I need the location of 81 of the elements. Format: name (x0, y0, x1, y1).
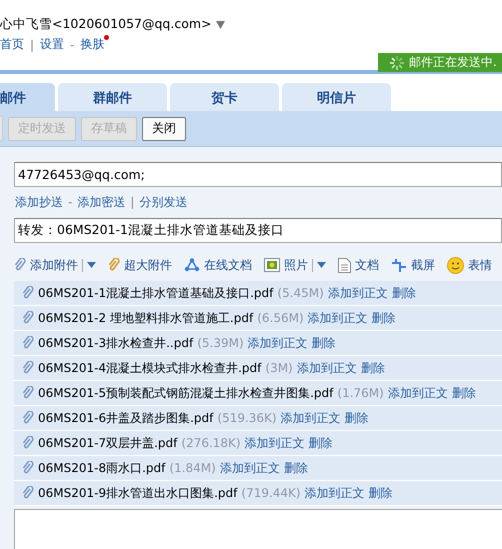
attach-tool-link[interactable]: 截屏 (411, 256, 435, 274)
paperclip-icon (22, 311, 34, 325)
file-name: 06MS201-7双层井盖.pdf (38, 434, 178, 452)
file-name: 06MS201-8雨水口.pdf (38, 460, 166, 476)
recipient-link[interactable]: 添加密送 (77, 194, 126, 210)
separator: | (130, 195, 134, 209)
paperclip-icon[interactable] (14, 258, 26, 272)
subject-field[interactable]: 转发：06MS201-1混凝土排水管道基础及接口 (14, 218, 502, 243)
separator: - (68, 195, 72, 209)
recipient-link[interactable]: 分别发送 (139, 194, 188, 210)
photo-icon[interactable] (264, 258, 280, 272)
recipient-field[interactable]: 47726453@qq.com; (14, 162, 502, 187)
tab[interactable]: 群邮件 (58, 83, 167, 111)
delete-link[interactable]: 删除 (308, 434, 333, 452)
file-name: 06MS201-4混凝土模块式排水检查井.pdf (38, 360, 262, 376)
file-size: (519.36K) (217, 411, 277, 425)
delete-link[interactable]: 删除 (372, 310, 396, 326)
file-name: 06MS201-1混凝土排水管道基础及接口.pdf (38, 284, 274, 302)
delete-link[interactable]: 删除 (392, 284, 416, 302)
file-size: (276.18K) (181, 436, 241, 450)
file-name: 06MS201-2 埋地塑料排水管道施工.pdf (38, 310, 254, 326)
file-name: 06MS201-5预制装配式钢筋混凝土排水检查井图集.pdf (38, 384, 334, 402)
insert-link[interactable]: 添加到正文 (328, 284, 388, 302)
insert-link[interactable]: 添加到正文 (244, 434, 305, 452)
paperclip-icon (22, 436, 34, 450)
file-size: (1.76M) (337, 386, 384, 400)
insert-link[interactable]: 添加到正文 (388, 384, 448, 402)
dropdown-icon[interactable] (216, 21, 225, 29)
file-size: (6.56M) (257, 311, 304, 325)
paperclip-icon (22, 336, 34, 350)
toolbar-button[interactable]: 关闭 (142, 116, 186, 140)
attach-tool-link[interactable]: 表情 (468, 256, 492, 274)
delete-link[interactable]: 删除 (360, 360, 385, 376)
paperclip-icon (22, 411, 34, 425)
insert-link[interactable]: 添加到正文 (220, 460, 280, 476)
header-link[interactable]: 设置 (40, 36, 64, 53)
insert-link[interactable]: 添加到正文 (304, 484, 365, 502)
file-size: (1.84M) (169, 461, 216, 475)
delete-link[interactable]: 删除 (312, 334, 336, 352)
separator: - (70, 38, 74, 52)
paperclip-icon (22, 461, 34, 475)
paperclip-icon (22, 286, 34, 300)
file-size: (719.44K) (241, 486, 301, 500)
paperclip-icon (22, 361, 34, 375)
share-icon[interactable] (184, 258, 200, 272)
insert-link[interactable]: 添加到正文 (280, 410, 341, 426)
separator: | (30, 38, 34, 52)
insert-link[interactable]: 添加到正文 (308, 310, 368, 326)
tab[interactable]: 贺卡 (170, 83, 279, 111)
attach-tool-link[interactable]: 添加附件 (30, 256, 78, 274)
dropdown-icon[interactable] (87, 262, 96, 268)
file-size: (5.45M) (277, 286, 324, 300)
delete-link[interactable]: 删除 (368, 484, 393, 502)
paperclip-icon[interactable] (108, 258, 120, 272)
delete-link[interactable]: 删除 (452, 384, 476, 402)
file-size: (3M) (265, 361, 293, 375)
header-link[interactable]: 首页 (0, 36, 24, 53)
document-icon[interactable] (338, 258, 351, 272)
delete-link[interactable]: 删除 (284, 460, 308, 476)
attach-tool-link[interactable]: 超大附件 (124, 256, 172, 274)
tab[interactable]: 明信片 (282, 83, 391, 111)
file-name: 06MS201-6井盖及踏步图集.pdf (38, 410, 214, 426)
smiley-icon[interactable] (447, 256, 464, 274)
tab[interactable]: 邮件 (0, 83, 55, 111)
recipient-link[interactable]: 添加抄送 (15, 194, 63, 210)
file-name: 06MS201-3排水检查井..pdf (38, 334, 194, 352)
header-link[interactable]: 换肤 (80, 36, 104, 53)
file-name: 06MS201-9排水管道出水口图集.pdf (38, 484, 238, 502)
dropdown-icon[interactable] (317, 262, 326, 268)
attach-tool-link[interactable]: 在线文档 (204, 256, 252, 274)
attach-tool-link[interactable]: 照片 (284, 256, 308, 274)
spinner-icon (390, 56, 404, 70)
paperclip-icon (22, 486, 34, 500)
file-size: (5.39M) (197, 336, 244, 350)
attach-tool-link[interactable]: 文档 (355, 256, 379, 274)
sender-address: 心中飞雪<1020601057@qq.com> (0, 16, 212, 33)
insert-link[interactable]: 添加到正文 (296, 360, 357, 376)
sending-status: 邮件正在发送中. (378, 53, 502, 72)
insert-link[interactable]: 添加到正文 (248, 334, 308, 352)
delete-link[interactable]: 删除 (344, 410, 369, 426)
paperclip-icon (22, 386, 34, 400)
